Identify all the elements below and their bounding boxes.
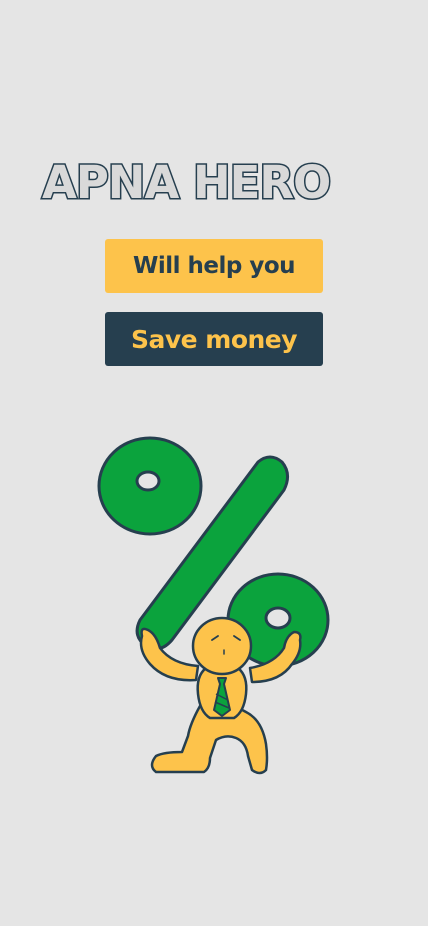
tagline-save-money: Save money bbox=[105, 312, 323, 366]
brand-title: APNA HERO bbox=[41, 155, 333, 211]
person-lifting-percent-icon bbox=[97, 436, 330, 775]
tagline-save-money-label: Save money bbox=[130, 324, 298, 354]
tagline-will-help-you-label: Will help you bbox=[132, 253, 296, 279]
percent-top-circle bbox=[97, 436, 203, 536]
onboarding-screen: APNA HERO Will help you Save money bbox=[0, 0, 428, 926]
person-head bbox=[191, 616, 253, 676]
tagline-will-help-you: Will help you bbox=[105, 239, 323, 293]
